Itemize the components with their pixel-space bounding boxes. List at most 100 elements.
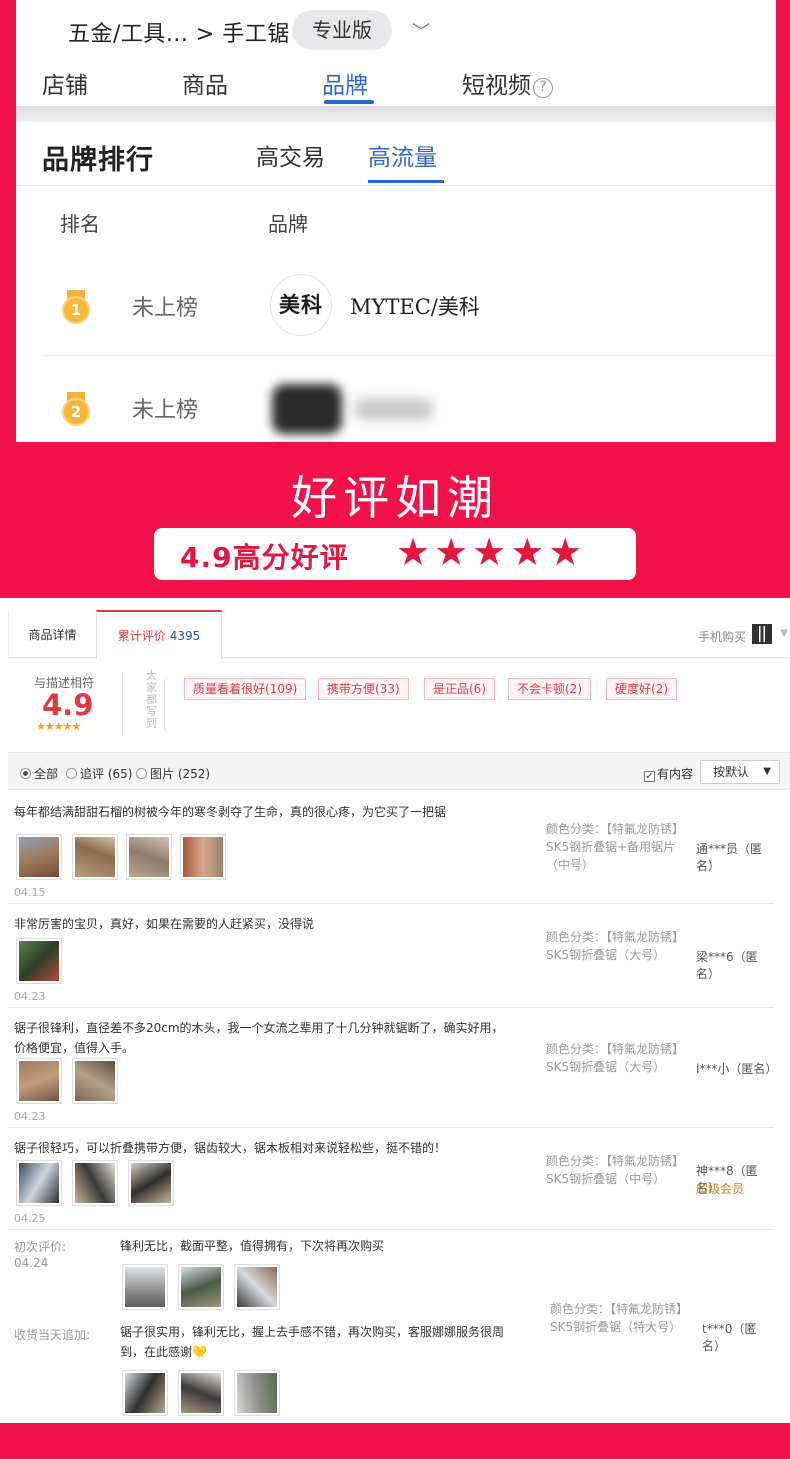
review-photo[interactable]	[72, 834, 118, 880]
edition-badge[interactable]: 专业版	[292, 10, 392, 50]
reviewer-name: 梁***6（匿名）	[696, 950, 758, 981]
review-photo[interactable]	[72, 1058, 118, 1104]
append-review-text: 锯子很实用，锋利无比，握上去手感不错，再次购买，客服娜娜服务很周到，在此感谢💛	[120, 1325, 505, 1359]
impression-tag[interactable]: 不会卡顿(2)	[508, 678, 591, 700]
brand-rank-card: 五金/工具... > 手工锯 专业版 ﹀ 店铺 商品 品牌 短视频? 品牌排行 …	[16, 0, 776, 442]
filter-has-content-label: 有内容	[657, 767, 694, 781]
review-photo[interactable]	[126, 834, 172, 880]
review-text: 每年都结满甜甜石榴的树被今年的寒冬剥夺了生命，真的很心疼，为它买了一把锯	[14, 805, 447, 819]
review-date: 04.25	[14, 1212, 46, 1225]
active-subtab-indicator	[368, 180, 444, 183]
rank-row[interactable]: 1 未上榜 美科 MYTEC/美科	[42, 256, 776, 356]
radio-icon[interactable]	[20, 768, 31, 779]
radio-icon[interactable]	[66, 768, 77, 779]
review-date: 04.24	[14, 1256, 49, 1270]
rank-status: 未上榜	[132, 296, 199, 321]
reviewer-name: l***小（匿名）	[696, 1062, 778, 1076]
review-text: 非常厉害的宝贝，真好，如果在需要的人赶紧买，没得说	[14, 917, 315, 931]
qr-code-icon[interactable]	[752, 624, 772, 644]
blurred-brand-name	[354, 398, 434, 420]
review-photo[interactable]	[16, 938, 62, 984]
first-review-label: 初次评价:	[14, 1240, 67, 1254]
review-photo[interactable]	[16, 1160, 62, 1206]
review-photo[interactable]	[16, 834, 62, 880]
review-photo[interactable]	[122, 1264, 168, 1310]
rating-value: 4.9	[42, 688, 94, 722]
bottom-band	[0, 1423, 790, 1459]
tab-high-traffic[interactable]: 高流量	[368, 138, 437, 172]
tab-product-detail[interactable]: 商品详情	[8, 610, 96, 658]
review-photo[interactable]	[178, 1264, 224, 1310]
impression-tag[interactable]: 携带方便(33)	[318, 678, 409, 700]
checkbox-icon[interactable]: ✓	[644, 771, 655, 782]
radio-icon[interactable]	[136, 768, 147, 779]
review-text: 锋利无比，截面平整，值得拥有，下次将再次购买	[120, 1239, 385, 1253]
filter-all[interactable]: 全部	[20, 765, 58, 782]
brand-rank-title: 品牌排行	[42, 145, 154, 176]
review-text: 锯子很轻巧，可以折叠携带方便，锯齿较大，锯木板相对来说轻松些，挺不错的！	[14, 1141, 447, 1155]
brand-name[interactable]: MYTEC/美科	[350, 291, 480, 321]
score-pill: 4.9高分好评 ★★★★★	[154, 528, 636, 580]
reviewer-name: 通***员（匿名）	[696, 842, 763, 873]
review-photo[interactable]	[122, 1370, 168, 1416]
review-spec: 颜色分类：【特氟龙防锈】SK5钢折叠锯（大号）	[546, 1042, 685, 1074]
review-spec: 颜色分类：【特氟龙防锈】SK5钢折叠锯（大号）	[546, 930, 685, 962]
review-photo[interactable]	[16, 1058, 62, 1104]
review-tabs: 商品详情 累计评价 4395 手机购买 ▼	[8, 610, 790, 659]
vip-badge: 超级会员	[696, 1182, 745, 1196]
chevron-down-icon[interactable]: ﹀	[412, 18, 430, 44]
review-item: 初次评价: 04.24 锋利无比，截面平整，值得拥有，下次将再次购买 收货当天追…	[8, 1230, 774, 1423]
tab-shop[interactable]: 店铺	[42, 66, 88, 100]
sort-select[interactable]: 按默认 ▼	[700, 760, 780, 784]
impression-tag[interactable]: 硬度好(2)	[606, 678, 677, 700]
divider	[122, 672, 123, 736]
review-photo[interactable]	[128, 1160, 174, 1206]
active-tab-indicator	[324, 100, 374, 104]
review-spec: 颜色分类：【特氟龙防锈】SK5钢折叠锯+备用锯片（中号）	[546, 822, 685, 872]
column-header-brand: 品牌	[268, 212, 308, 236]
review-item: 锯子很锋利，直径差不多20cm的木头，我一个女流之辈用了十几分钟就锯断了，确实好…	[8, 1008, 778, 1128]
rank-row[interactable]: 2 未上榜	[42, 358, 776, 458]
brand-logo: 美科	[270, 274, 332, 336]
review-photo[interactable]	[72, 1160, 118, 1206]
score-text: 4.9高分好评	[180, 541, 349, 574]
breadcrumb-row: 五金/工具... > 手工锯 专业版 ﹀	[16, 0, 776, 58]
filter-all-label: 全部	[34, 767, 59, 781]
breadcrumb[interactable]: 五金/工具... > 手工锯	[68, 16, 290, 48]
review-text: 锯子很锋利，直径差不多20cm的木头，我一个女流之辈用了十几分钟就锯断了，确实好…	[14, 1021, 504, 1055]
review-count: 4395	[169, 629, 201, 643]
rating-summary: 与描述相符 4.9 ★★★★★ 大家都写到 质量看着很好(109) 携带方便(3…	[8, 660, 782, 750]
reviewer-name: t***0（匿名）	[702, 1322, 757, 1353]
tab-short-video[interactable]: 短视频?	[462, 66, 553, 100]
banner-title: 好评如潮	[291, 471, 499, 525]
impression-tag[interactable]: 质量看着很好(109)	[184, 678, 307, 700]
mobile-buy-link[interactable]: 手机购买	[698, 628, 746, 645]
brace-decoration	[164, 678, 174, 734]
review-date: 04.15	[14, 886, 46, 899]
star-rating-icons: ★★★★★	[396, 530, 587, 574]
review-photo[interactable]	[178, 1370, 224, 1416]
filter-has-content[interactable]: ✓ 有内容	[644, 765, 693, 782]
sort-select-value: 按默认	[713, 765, 750, 779]
review-photo[interactable]	[234, 1264, 280, 1310]
review-date: 04.23	[14, 990, 46, 1003]
review-spec: 颜色分类：【特氟龙防锈】SK5钢折叠锯（中号）	[546, 1154, 685, 1186]
review-panel: 商品详情 累计评价 4395 手机购买 ▼ 与描述相符 4.9 ★★★★★ 大家都…	[0, 598, 790, 1423]
impression-tag[interactable]: 是正品(6)	[424, 678, 495, 700]
review-filter-bar: 全部 追评 (65) 图片 (252) ✓ 有内容 按默认 ▼	[8, 752, 790, 790]
help-icon[interactable]: ?	[533, 78, 553, 98]
review-photo[interactable]	[234, 1370, 280, 1416]
chevron-down-icon: ▼	[763, 766, 771, 777]
tab-products[interactable]: 商品	[182, 66, 228, 100]
filter-pictures[interactable]: 图片 (252)	[136, 765, 210, 782]
tab-reviews[interactable]: 累计评价 4395	[96, 610, 222, 659]
review-photo[interactable]	[180, 834, 226, 880]
tab-brand[interactable]: 品牌	[322, 66, 368, 100]
review-spec: 颜色分类：【特氟龙防锈】SK5钢折叠锯（特大号）	[550, 1302, 689, 1334]
section-divider	[16, 106, 776, 122]
tab-high-trade[interactable]: 高交易	[256, 138, 325, 172]
tab-short-video-label: 短视频	[462, 73, 531, 99]
rating-stars-icon: ★★★★★	[36, 720, 81, 733]
filter-followup[interactable]: 追评 (65)	[66, 765, 132, 782]
caret-down-icon[interactable]: ▼	[780, 628, 788, 639]
